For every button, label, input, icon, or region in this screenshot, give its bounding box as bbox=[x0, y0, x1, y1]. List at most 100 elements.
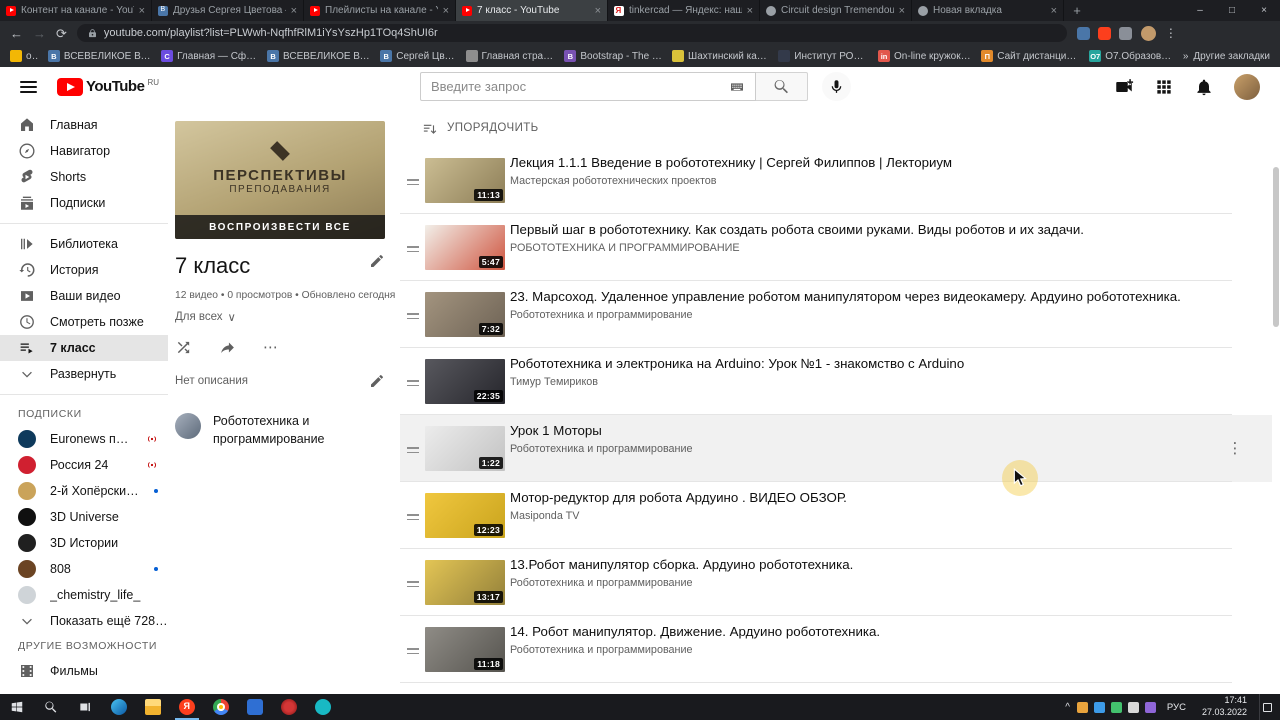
url-text[interactable]: youtube.com/playlist?list=PLWwh-NqfhfRlM… bbox=[104, 27, 438, 39]
generic-extension-icon[interactable] bbox=[1118, 26, 1132, 40]
playlist-visibility-dropdown[interactable]: Для всех ∨ bbox=[175, 310, 385, 324]
drag-handle-icon[interactable] bbox=[407, 579, 419, 590]
tab-close-icon[interactable]: × bbox=[595, 5, 601, 17]
video-title[interactable]: Мотор-редуктор для робота Ардуино . ВИДЕ… bbox=[510, 490, 1208, 505]
tab-close-icon[interactable]: × bbox=[139, 5, 145, 17]
video-menu-icon[interactable]: ⋮ bbox=[1226, 437, 1244, 459]
browser-tab[interactable]: Новая вкладка × bbox=[912, 0, 1064, 21]
tray-icon[interactable] bbox=[1127, 701, 1139, 713]
sidebar-subscription[interactable]: Россия 24 bbox=[0, 452, 168, 478]
sidebar-item[interactable]: Развернуть bbox=[0, 361, 168, 387]
bookmark-item[interactable]: CГлавная — Сферум bbox=[161, 50, 258, 62]
tray-icon[interactable] bbox=[1144, 701, 1156, 713]
url-field[interactable]: youtube.com/playlist?list=PLWwh-NqfhfRlM… bbox=[76, 24, 1067, 42]
video-thumbnail[interactable]: 12:23 bbox=[425, 493, 505, 538]
browser-menu-icon[interactable]: ⋮ bbox=[1165, 26, 1177, 40]
search-button[interactable] bbox=[756, 72, 808, 101]
bookmark-item[interactable]: BВСЕВЕЛИКОЕ ВОЙ... bbox=[267, 50, 371, 62]
tab-close-icon[interactable]: × bbox=[291, 5, 297, 17]
edit-title-pencil-icon[interactable] bbox=[369, 253, 385, 269]
video-row[interactable]: 13:17 13.Робот манипулятор сборка. Ардуин… bbox=[400, 549, 1272, 616]
sidebar-item[interactable]: Shorts bbox=[0, 164, 168, 190]
video-row[interactable]: 11:13 Лекция 1.1.1 Введение в робототехни… bbox=[400, 147, 1272, 214]
search-input[interactable] bbox=[431, 79, 721, 94]
window-close-button[interactable]: × bbox=[1248, 0, 1280, 21]
video-channel[interactable]: Masiponda TV bbox=[510, 510, 579, 522]
sidebar-item[interactable]: Фильмы bbox=[0, 658, 168, 684]
sidebar-subscription[interactable]: 3D Истории bbox=[0, 530, 168, 556]
tab-close-icon[interactable]: × bbox=[747, 5, 753, 17]
drag-handle-icon[interactable] bbox=[407, 311, 419, 322]
bookmark-item[interactable]: inOn-line кружок ро... bbox=[878, 50, 972, 62]
youtube-apps-icon[interactable] bbox=[1154, 77, 1174, 97]
browser-tab[interactable]: Circuit design Tremendous Jarv × bbox=[760, 0, 912, 21]
forward-icon[interactable]: → bbox=[33, 27, 46, 40]
video-row[interactable]: 5:47 Первый шаг в робототехнику. Как созд… bbox=[400, 214, 1272, 281]
tray-icon[interactable] bbox=[1076, 701, 1088, 713]
notifications-bell-icon[interactable] bbox=[1194, 77, 1214, 97]
browser-tab[interactable]: 7 класс - YouTube × bbox=[456, 0, 608, 21]
edit-description-pencil-icon[interactable] bbox=[369, 373, 385, 389]
tab-close-icon[interactable]: × bbox=[899, 5, 905, 17]
video-channel[interactable]: РОБОТОТЕХНИКА И ПРОГРАММИРОВАНИЕ bbox=[510, 242, 740, 254]
video-title[interactable]: 23. Марсоход. Удаленное управление робот… bbox=[510, 289, 1208, 304]
video-channel[interactable]: Робототехника и программирование bbox=[510, 309, 693, 321]
browser-tab[interactable]: Плейлисты на канале - YouTub × bbox=[304, 0, 456, 21]
taskbar-search-button[interactable] bbox=[34, 694, 68, 720]
bookmark-item[interactable]: Институт РОПКиП bbox=[778, 50, 869, 62]
sidebar-subscription[interactable]: 3D Universe bbox=[0, 504, 168, 530]
language-indicator[interactable]: РУС bbox=[1167, 702, 1186, 713]
tray-icon[interactable] bbox=[1110, 701, 1122, 713]
hidden-icons-chevron-icon[interactable]: ^ bbox=[1065, 702, 1070, 713]
drag-handle-icon[interactable] bbox=[407, 177, 419, 188]
browser-profile-avatar[interactable] bbox=[1140, 25, 1156, 41]
playlist-channel[interactable]: Робототехника и программирование bbox=[175, 413, 385, 448]
video-title[interactable]: Робототехника и электроника на Arduino: … bbox=[510, 356, 1208, 371]
video-thumbnail[interactable]: 7:32 bbox=[425, 292, 505, 337]
bookmark-item[interactable]: BBootstrap - The mo... bbox=[564, 50, 663, 62]
window-minimize-button[interactable]: – bbox=[1184, 0, 1216, 21]
video-thumbnail[interactable]: 5:47 bbox=[425, 225, 505, 270]
video-title[interactable]: Первый шаг в робототехнику. Как создать … bbox=[510, 222, 1208, 237]
vk-extension-icon[interactable] bbox=[1076, 26, 1090, 40]
video-title[interactable]: Лекция 1.1.1 Введение в робототехнику | … bbox=[510, 155, 1208, 170]
video-row[interactable]: 7:32 23. Марсоход. Удаленное управление р… bbox=[400, 281, 1272, 348]
bookmark-item[interactable]: ПСайт дистанционн... bbox=[981, 50, 1080, 62]
blue-app-taskbar-icon[interactable] bbox=[238, 694, 272, 720]
red-app-taskbar-icon[interactable] bbox=[272, 694, 306, 720]
video-title[interactable]: 14. Робот манипулятор. Движение. Ардуино… bbox=[510, 624, 1208, 639]
tab-close-icon[interactable]: × bbox=[1051, 5, 1057, 17]
playlist-cover[interactable]: ПЕРСПЕКТИВЫ ПРЕПОДАВАНИЯ ВОСПРОИЗВЕСТИ В… bbox=[175, 121, 385, 239]
drag-handle-icon[interactable] bbox=[407, 646, 419, 657]
sidebar-subscription[interactable]: Euronews по-русс... bbox=[0, 426, 168, 452]
share-icon[interactable] bbox=[219, 339, 236, 356]
drag-handle-icon[interactable] bbox=[407, 244, 419, 255]
page-scrollbar[interactable] bbox=[1273, 167, 1279, 327]
bookmark-item[interactable]: Главная страница bbox=[465, 50, 555, 62]
start-button[interactable] bbox=[0, 694, 34, 720]
sidebar-item[interactable]: История bbox=[0, 257, 168, 283]
sidebar-item[interactable]: Смотреть позже bbox=[0, 309, 168, 335]
voice-search-button[interactable] bbox=[822, 72, 851, 101]
task-view-button[interactable] bbox=[68, 694, 102, 720]
menu-hamburger-icon[interactable] bbox=[20, 78, 37, 96]
video-thumbnail[interactable]: 22:35 bbox=[425, 359, 505, 404]
chrome-taskbar-icon[interactable] bbox=[204, 694, 238, 720]
account-avatar[interactable] bbox=[1234, 74, 1260, 100]
sidebar-item[interactable]: Главная bbox=[0, 112, 168, 138]
video-channel[interactable]: Робототехника и программирование bbox=[510, 443, 693, 455]
video-channel[interactable]: Тимур Темириков bbox=[510, 376, 598, 388]
sidebar-subscription[interactable]: Показать ещё 728 к... bbox=[0, 608, 168, 634]
video-row[interactable]: 1:22 Урок 1 Моторы Робототехника и програм… bbox=[400, 415, 1272, 482]
video-channel[interactable]: Робототехника и программирование bbox=[510, 577, 693, 589]
bookmark-item[interactable]: О7О7.Образование bbox=[1089, 50, 1174, 62]
more-actions-icon[interactable]: ⋯ bbox=[263, 340, 278, 355]
video-thumbnail[interactable]: 11:18 bbox=[425, 627, 505, 672]
sidebar-subscription[interactable]: _chemistry_life_ bbox=[0, 582, 168, 608]
taskbar-clock[interactable]: 17:41 27.03.2022 bbox=[1202, 695, 1247, 718]
yandex-taskbar-icon[interactable] bbox=[170, 694, 204, 720]
sidebar-subscription[interactable]: 808 bbox=[0, 556, 168, 582]
window-maximize-button[interactable]: □ bbox=[1216, 0, 1248, 21]
tab-close-icon[interactable]: × bbox=[443, 5, 449, 17]
tray-icon[interactable] bbox=[1093, 701, 1105, 713]
